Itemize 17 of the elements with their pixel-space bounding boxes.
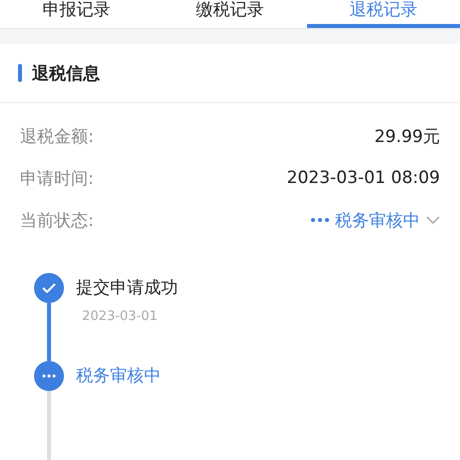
more-icon [42, 374, 56, 378]
check-icon [42, 283, 56, 293]
step-title: 税务审核中 [76, 365, 161, 388]
chevron-down-icon[interactable] [426, 216, 440, 224]
more-icon [311, 218, 329, 222]
step-date: 2023-03-01 [82, 309, 159, 324]
section-title: 退税信息 [32, 62, 100, 84]
field-label: 当前状态: [20, 210, 94, 232]
accent-bar [18, 64, 22, 82]
field-value: 2023-03-01 08:09 [286, 168, 440, 188]
tab[interactable]: 缴税记录 [153, 0, 307, 28]
field-label: 退税金额: [20, 126, 94, 148]
field-value: 29.99元 [374, 126, 440, 148]
step-title: 提交申请成功 [76, 277, 178, 300]
tab[interactable]: 申报记录 [0, 0, 154, 28]
field-label: 申请时间: [20, 168, 94, 190]
status-value: 税务审核中 [335, 210, 420, 232]
